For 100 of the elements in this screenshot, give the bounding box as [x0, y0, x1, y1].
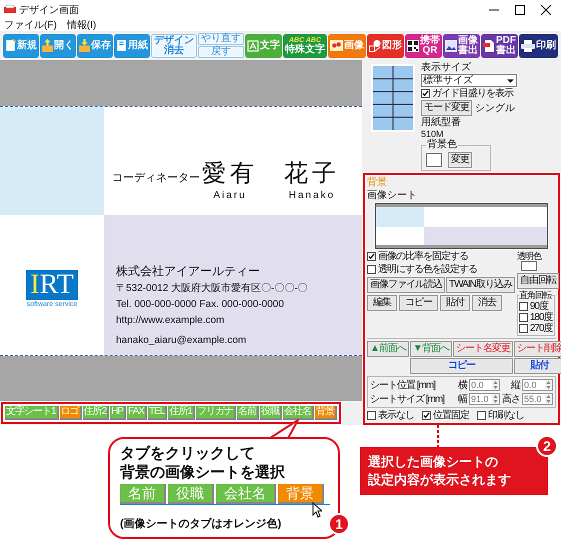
checkbox-label: 印刷なし: [488, 410, 524, 421]
toolbar-button[interactable]: 画像 書出: [443, 34, 480, 58]
checkbox[interactable]: [518, 302, 528, 311]
checkbox[interactable]: [421, 89, 430, 98]
checkbox-label: 表示なし: [378, 410, 414, 421]
toolbar-button[interactable]: デザイン 消去: [151, 34, 197, 58]
checkbox[interactable]: [518, 324, 528, 333]
folder-up-icon: [42, 39, 53, 52]
clipboard-button[interactable]: コピー: [410, 358, 513, 374]
family-name-reading: Aiaru: [213, 188, 247, 202]
display-size-select[interactable]: 標準サイズ: [421, 74, 517, 87]
sheet-tab[interactable]: 名前: [236, 406, 259, 420]
toolbar-button[interactable]: 開く: [40, 34, 76, 58]
spinner-arrows-icon: [492, 380, 500, 390]
sheet-button[interactable]: ▼背面へ: [410, 341, 452, 357]
sheet-tab[interactable]: 住所1: [168, 406, 195, 420]
spin-field[interactable]: 55.0: [522, 393, 553, 405]
spin-field[interactable]: 91.0: [469, 393, 500, 405]
callout-text: タブをクリックして: [120, 444, 256, 463]
edit-button[interactable]: 貼付: [440, 295, 470, 311]
edit-button[interactable]: コピー: [399, 295, 438, 311]
spinner-arrows-icon: [545, 380, 552, 390]
sheet-tab[interactable]: 会社名: [216, 484, 276, 504]
address-text: 〒532-0012 大阪府大阪市愛有区〇-〇〇-〇: [116, 282, 309, 294]
sheet-button[interactable]: シート名変更: [452, 341, 513, 357]
edit-button[interactable]: 編集: [367, 295, 397, 311]
clipboard-button[interactable]: 貼付: [514, 358, 561, 374]
callout-text: 選択した画像シートの: [368, 453, 499, 471]
section-label: 画像シート: [367, 190, 418, 201]
paper-model-value: 510M: [421, 129, 444, 139]
edit-button[interactable]: 消去: [472, 295, 502, 311]
field-label: シートサイズ [mm]: [370, 394, 446, 404]
checkbox-label: 90度: [530, 301, 548, 312]
file-button[interactable]: TWAIN取り込み: [446, 277, 515, 293]
given-name: 花子: [284, 160, 340, 188]
toolbar-button[interactable]: 画像: [328, 34, 366, 58]
given-name-reading: Hanako: [288, 188, 336, 202]
menu-item[interactable]: 情報(I): [66, 20, 96, 31]
color-swatch[interactable]: [426, 153, 442, 167]
toolbar-button[interactable]: PDF 書出: [481, 34, 518, 58]
sheet-tab[interactable]: フリガナ: [196, 406, 236, 420]
mode-change-button[interactable]: モード変更: [421, 100, 472, 116]
sheet-button[interactable]: シート削除: [514, 341, 561, 357]
sheet-tab[interactable]: 役職: [260, 406, 282, 420]
toolbar-button[interactable]: 保存: [77, 34, 113, 58]
paper-model-label: 用紙型番: [421, 117, 462, 128]
sheet-tab[interactable]: 住所2: [82, 406, 110, 420]
checkbox[interactable]: [367, 252, 376, 261]
sheet-tab[interactable]: 会社名: [282, 406, 314, 420]
file-button[interactable]: 画像ファイル読込: [367, 277, 445, 293]
printer-icon: [521, 40, 535, 52]
sheet-tab[interactable]: FAX: [127, 406, 147, 420]
sheet-tab[interactable]: 名前: [120, 484, 166, 504]
spinner-arrows-icon: [492, 394, 499, 404]
callout-text: 背景の画像シートを選択: [120, 463, 286, 482]
step-badge: 1: [328, 513, 350, 535]
url-text: http://www.example.com: [116, 314, 226, 326]
checkbox[interactable]: [477, 411, 486, 420]
panel-title: 背景: [367, 177, 388, 188]
sheet-tab[interactable]: 役職: [168, 484, 214, 504]
toolbar-button[interactable]: 新規: [3, 34, 39, 58]
sheet-tab[interactable]: HP: [110, 406, 126, 420]
toolbar-button[interactable]: 戻す: [198, 46, 244, 58]
toolbar-button[interactable]: 携帯 QR: [405, 34, 442, 58]
spin-field[interactable]: 0.0: [522, 379, 553, 391]
transparent-color-label: 透明色: [516, 251, 541, 261]
toolbar-button[interactable]: やり直す: [198, 33, 244, 45]
sheet-tab[interactable]: TEL: [148, 406, 168, 420]
job-title: コーディネーター: [112, 171, 200, 186]
checkbox[interactable]: [367, 265, 376, 274]
change-color-button[interactable]: 変更: [448, 152, 472, 168]
free-rotate-button[interactable]: 自由回転: [516, 273, 559, 289]
checkbox[interactable]: [367, 411, 376, 420]
close-icon[interactable]: [541, 5, 551, 15]
company-logo: IRT: [26, 270, 78, 300]
email-text: hanako_aiaru@example.com: [116, 334, 248, 346]
maximize-icon[interactable]: [515, 5, 525, 15]
group-label: 直角回転: [518, 290, 551, 300]
menu-item[interactable]: ファイル(F): [4, 20, 57, 31]
sheet-button[interactable]: ▲前面へ: [367, 341, 409, 357]
document-icon: [5, 39, 16, 52]
display-size-label: 表示サイズ: [421, 62, 472, 73]
checkbox[interactable]: [518, 313, 528, 322]
color-swatch[interactable]: [520, 261, 537, 271]
sheet-tab[interactable]: 文字シート1: [5, 406, 59, 420]
app-icon: [4, 5, 16, 15]
toolbar-button[interactable]: 用紙: [114, 34, 150, 58]
checkbox[interactable]: [422, 411, 431, 420]
field-label: 幅: [457, 394, 467, 404]
toolbar-button[interactable]: 図形: [367, 34, 404, 58]
sheet-tab[interactable]: 背景: [314, 406, 337, 420]
group-label: 背景色: [426, 139, 458, 150]
field-label: 高さ: [502, 394, 520, 404]
sheet-tab[interactable]: ロゴ: [60, 406, 82, 420]
toolbar-button[interactable]: 文字: [245, 34, 282, 58]
sheet-tab[interactable]: 背景: [278, 484, 324, 504]
spin-field[interactable]: 0.0: [469, 379, 500, 391]
toolbar-button[interactable]: 印刷: [519, 34, 558, 58]
field-label: シート位置 [mm]: [370, 380, 436, 390]
field-label: 横: [457, 380, 468, 390]
